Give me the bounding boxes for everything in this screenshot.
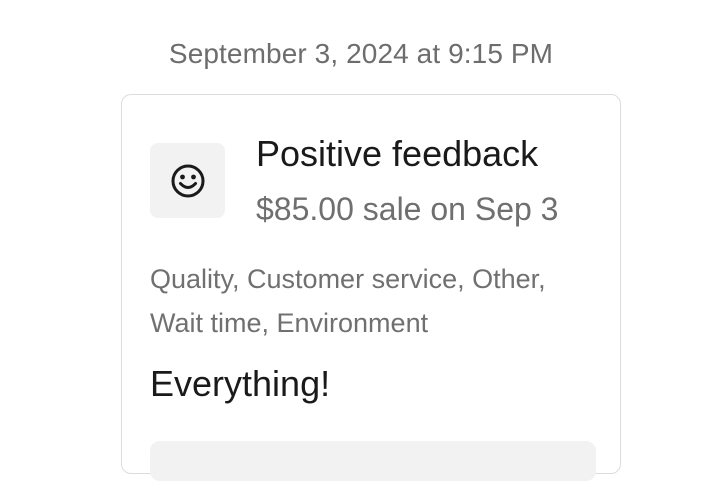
- feedback-sale-info: $85.00 sale on Sep 3: [256, 191, 559, 227]
- feedback-title: Positive feedback: [256, 133, 539, 174]
- reply-area[interactable]: [150, 441, 596, 481]
- feedback-card[interactable]: Positive feedback $85.00 sale on Sep 3 Q…: [121, 94, 621, 481]
- feedback-comment: Everything!: [150, 363, 331, 404]
- smiley-icon: [171, 164, 204, 197]
- feedback-timestamp: September 3, 2024 at 9:15 PM: [168, 38, 554, 69]
- feedback-tags: Quality, Customer service, Other, Wait t…: [150, 264, 546, 338]
- feedback-icon-tile: [150, 143, 225, 218]
